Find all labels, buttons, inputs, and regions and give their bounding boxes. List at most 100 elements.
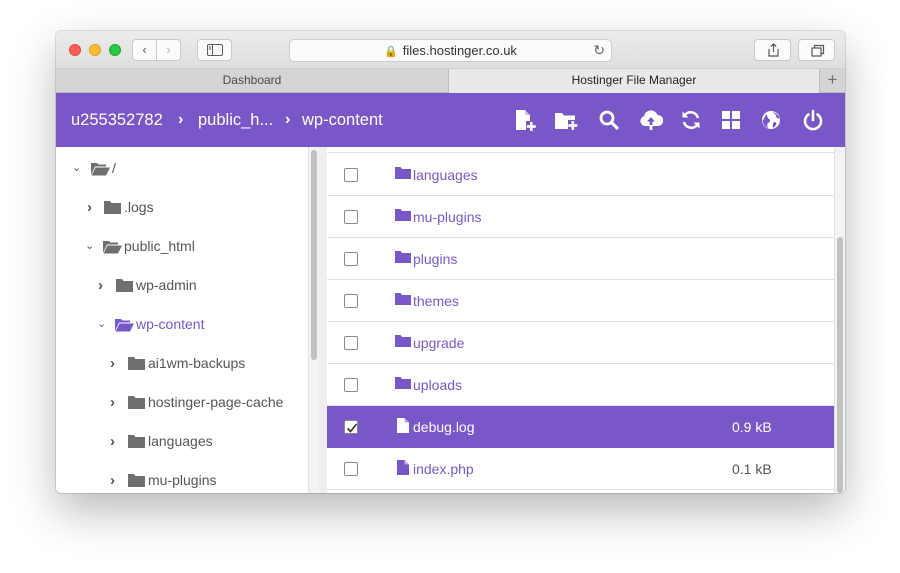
tree-item-public-html[interactable]: ⌄ public_html <box>56 227 308 266</box>
list-top-divider <box>327 147 834 153</box>
row-checkbox[interactable] <box>344 336 358 350</box>
browser-window: ‹ › 🔒 files.hostinger.co.uk ↻ Dashboard … <box>56 31 845 493</box>
address-bar[interactable]: 🔒 files.hostinger.co.uk ↻ <box>289 39 612 62</box>
chevron-right-icon[interactable]: › <box>87 188 92 227</box>
minimize-window-button[interactable] <box>89 44 101 56</box>
tree-scrollbar-thumb[interactable] <box>311 150 317 360</box>
file-row-plugins[interactable]: plugins <box>327 238 834 280</box>
file-name[interactable]: index.php <box>413 448 474 490</box>
file-name[interactable]: themes <box>413 280 459 322</box>
file-name[interactable]: plugins <box>413 238 457 280</box>
tree-item-hostinger-page-cache[interactable]: › hostinger-page-cache <box>56 383 308 422</box>
reload-icon[interactable]: ↻ <box>593 40 605 61</box>
tree-item-label[interactable]: mu-plugins <box>148 461 216 493</box>
row-checkbox[interactable] <box>344 378 358 392</box>
folder-icon <box>128 474 145 487</box>
folder-icon <box>128 357 145 370</box>
tree-item-languages[interactable]: › languages <box>56 422 308 461</box>
file-icon <box>397 460 409 475</box>
tree-item-label[interactable]: languages <box>148 422 213 461</box>
file-size: 0.1 kB <box>732 461 772 477</box>
folder-icon <box>116 279 133 292</box>
back-button[interactable]: ‹ <box>132 39 157 61</box>
search-icon[interactable] <box>597 108 621 132</box>
chevron-right-icon[interactable]: › <box>110 344 115 383</box>
checkmark-icon <box>346 423 358 433</box>
file-row-index-php[interactable]: index.php 0.1 kB <box>327 448 834 490</box>
file-name[interactable]: mu-plugins <box>413 196 481 238</box>
zoom-window-button[interactable] <box>109 44 121 56</box>
file-row-uploads[interactable]: uploads <box>327 364 834 406</box>
folder-icon <box>395 167 411 179</box>
tree-item-wp-content[interactable]: ⌄ wp-content <box>56 305 308 344</box>
chevron-right-icon[interactable]: › <box>110 461 115 493</box>
file-icon <box>397 418 409 433</box>
breadcrumb-separator: › <box>178 111 184 128</box>
sidebar-icon <box>207 44 223 56</box>
file-row-upgrade[interactable]: upgrade <box>327 322 834 364</box>
sidebar-toggle-button[interactable] <box>197 39 232 61</box>
row-checkbox[interactable] <box>344 210 358 224</box>
folder-icon <box>395 209 411 221</box>
chevron-down-icon[interactable]: ⌄ <box>85 227 94 266</box>
row-checkbox[interactable] <box>344 294 358 308</box>
file-list-scrollbar-thumb[interactable] <box>837 237 843 493</box>
refresh-icon[interactable] <box>679 108 703 132</box>
file-name[interactable]: uploads <box>413 364 462 406</box>
tree-item-label[interactable]: hostinger-page-cache <box>148 383 283 422</box>
tree-item-ai1wm-backups[interactable]: › ai1wm-backups <box>56 344 308 383</box>
folder-icon <box>128 435 145 448</box>
breadcrumb-root[interactable]: u255352782 <box>71 93 163 147</box>
new-tab-button[interactable]: + <box>819 69 845 93</box>
row-checkbox[interactable] <box>344 252 358 266</box>
folder-icon <box>395 251 411 263</box>
tree-item-label[interactable]: ai1wm-backups <box>148 344 245 383</box>
breadcrumb-separator: › <box>285 111 291 128</box>
lock-icon: 🔒 <box>384 46 398 58</box>
file-list-scrollbar[interactable] <box>834 147 845 493</box>
forward-button[interactable]: › <box>156 39 181 61</box>
new-folder-icon[interactable] <box>554 108 578 132</box>
close-window-button[interactable] <box>69 44 81 56</box>
tree-item-wp-admin[interactable]: › wp-admin <box>56 266 308 305</box>
file-row-mu-plugins[interactable]: mu-plugins <box>327 196 834 238</box>
show-tabs-button[interactable] <box>798 39 835 61</box>
folder-icon <box>128 396 145 409</box>
tree-item-label[interactable]: .logs <box>124 188 154 227</box>
tab-dashboard[interactable]: Dashboard <box>56 69 449 93</box>
row-checkbox-checked[interactable] <box>344 420 358 434</box>
tree-item-label[interactable]: / <box>112 149 116 188</box>
globe-icon[interactable] <box>759 108 783 132</box>
row-checkbox[interactable] <box>344 168 358 182</box>
upload-icon[interactable] <box>639 108 663 132</box>
file-row-themes[interactable]: themes <box>327 280 834 322</box>
file-name[interactable]: debug.log <box>413 406 475 448</box>
row-checkbox[interactable] <box>344 462 358 476</box>
power-icon[interactable] <box>801 108 825 132</box>
chevron-right-icon[interactable]: › <box>110 383 115 422</box>
file-name[interactable]: languages <box>413 154 478 196</box>
tree-item-label[interactable]: wp-content <box>136 305 204 344</box>
chevron-down-icon[interactable]: ⌄ <box>97 305 106 344</box>
tree-scrollbar[interactable] <box>308 147 319 493</box>
tree-item-root[interactable]: ⌄ / <box>56 149 308 188</box>
chevron-right-icon[interactable]: › <box>110 422 115 461</box>
tree-item-logs[interactable]: › .logs <box>56 188 308 227</box>
chevron-down-icon[interactable]: ⌄ <box>72 149 81 188</box>
tabs-icon <box>811 44 825 57</box>
file-list: languages mu-plugins plugins themes upgr… <box>319 147 834 493</box>
breadcrumb-public-html[interactable]: public_h... <box>198 93 273 147</box>
tree-item-mu-plugins[interactable]: › mu-plugins <box>56 461 308 493</box>
chevron-right-icon[interactable]: › <box>98 266 103 305</box>
file-row-debug-log[interactable]: debug.log 0.9 kB <box>327 406 834 448</box>
file-row-languages[interactable]: languages <box>327 154 834 196</box>
tree-item-label[interactable]: public_html <box>124 227 195 266</box>
tab-bar: Dashboard Hostinger File Manager + <box>56 69 845 93</box>
share-icon <box>768 43 779 57</box>
grid-view-icon[interactable] <box>719 108 743 132</box>
tree-item-label[interactable]: wp-admin <box>136 266 197 305</box>
tab-file-manager[interactable]: Hostinger File Manager <box>449 69 819 93</box>
new-file-icon[interactable] <box>513 108 537 132</box>
share-button[interactable] <box>754 39 791 61</box>
file-name[interactable]: upgrade <box>413 322 464 364</box>
